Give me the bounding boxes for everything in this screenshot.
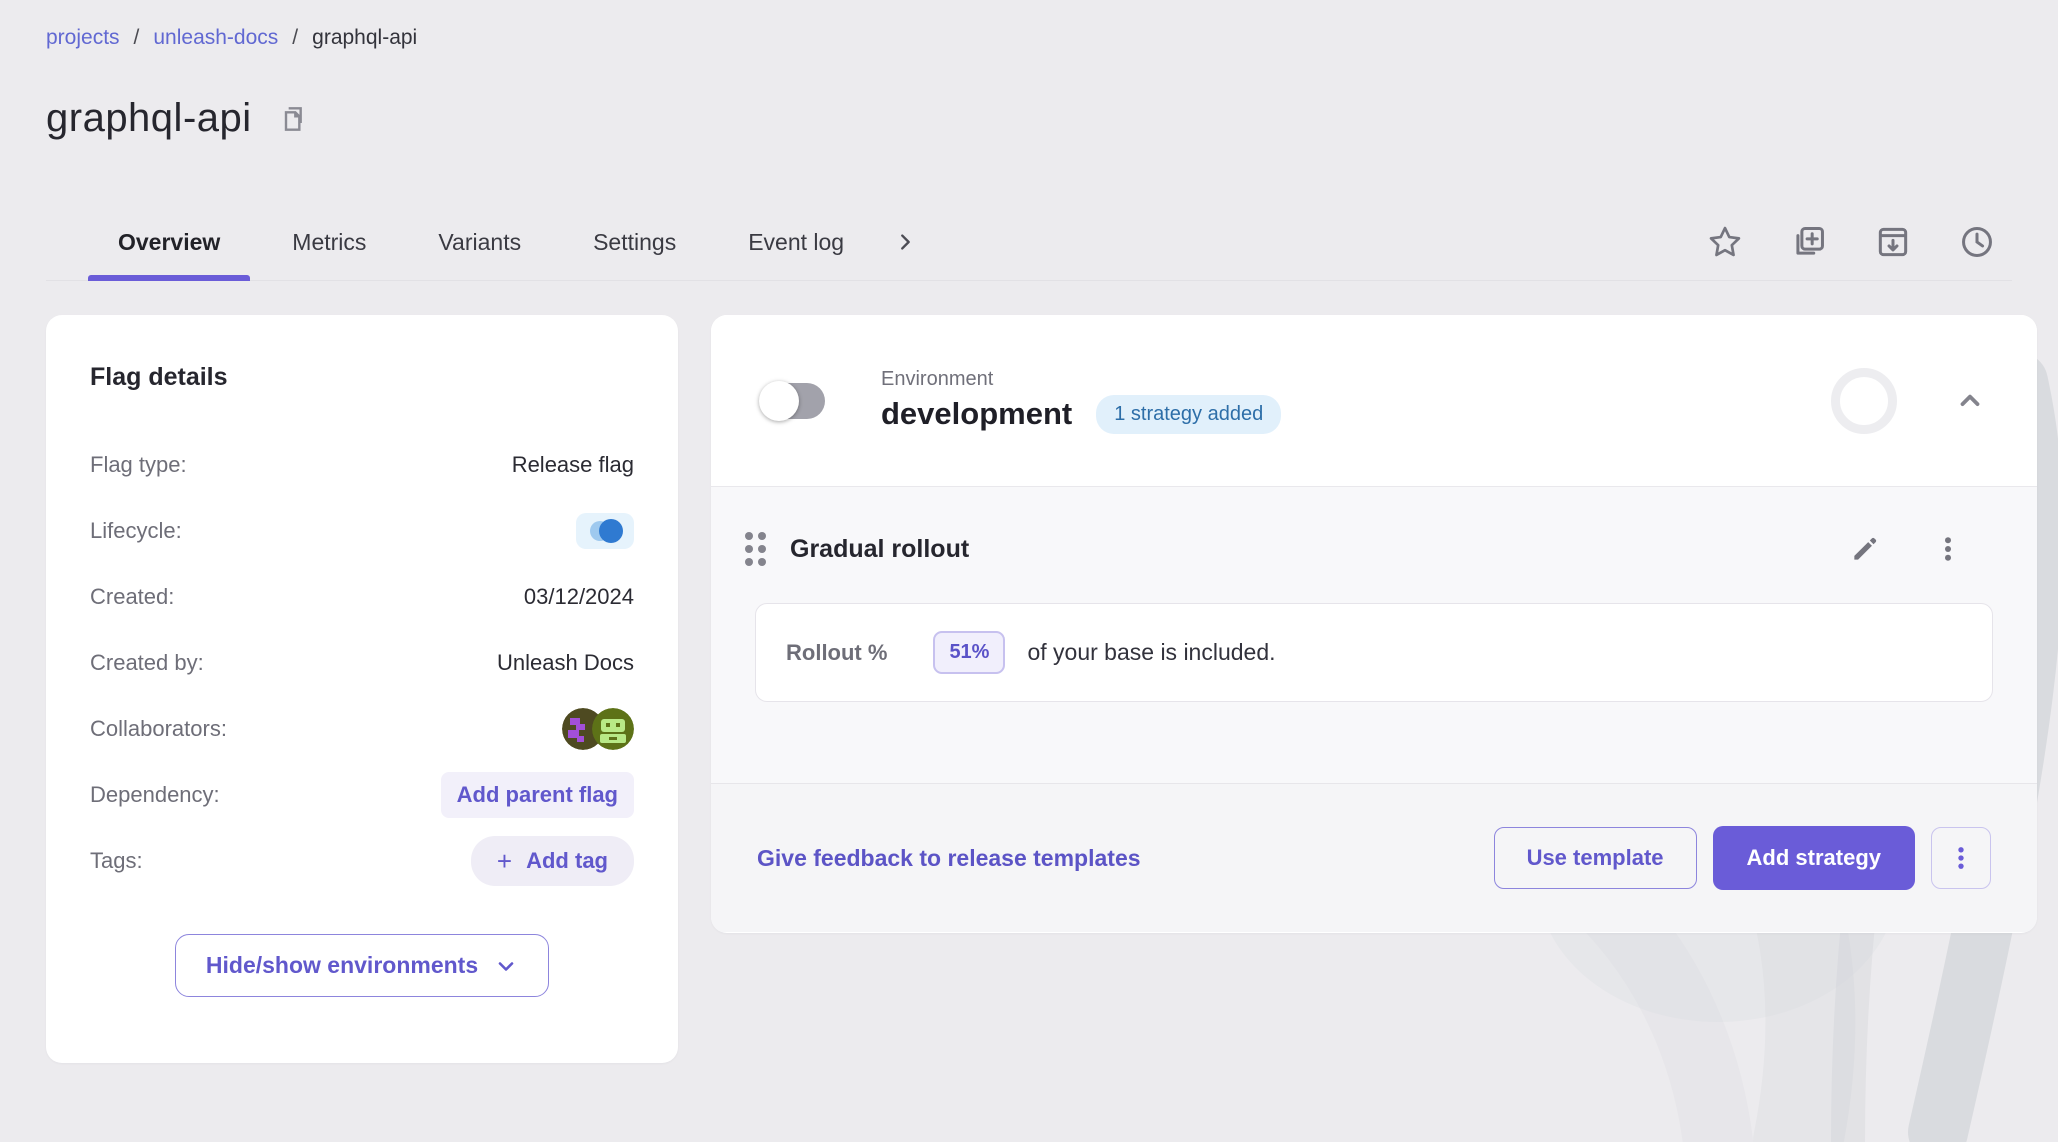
- environment-enable-toggle[interactable]: [763, 383, 825, 419]
- rollout-percentage-chip: 51%: [933, 631, 1005, 674]
- pencil-icon: [1849, 533, 1881, 565]
- environment-card: Environment development 1 strategy added…: [711, 315, 2037, 933]
- flag-details-card: Flag details Flag type: Release flag Lif…: [46, 315, 678, 1063]
- metrics-ring-placeholder: [1831, 368, 1897, 434]
- plus-icon: +: [497, 851, 512, 871]
- row-created-by: Created by: Unleash Docs: [90, 636, 634, 690]
- add-strategy-button[interactable]: Add strategy: [1713, 826, 1915, 890]
- row-lifecycle: Lifecycle:: [90, 504, 634, 558]
- environment-header-right: [1831, 368, 1989, 434]
- lifecycle-stage-dot-dark: [599, 519, 623, 543]
- use-template-button[interactable]: Use template: [1494, 827, 1697, 889]
- kebab-menu-icon: [1947, 844, 1975, 872]
- row-collaborators: Collaborators:: [90, 702, 634, 756]
- created-by-label: Created by:: [90, 650, 204, 676]
- release-templates-feedback-link[interactable]: Give feedback to release templates: [757, 845, 1141, 872]
- hide-show-environments-label: Hide/show environments: [206, 952, 478, 979]
- strategy-menu-button[interactable]: [1929, 530, 1967, 568]
- collaborators-label: Collaborators:: [90, 716, 227, 742]
- add-parent-flag-button[interactable]: Add parent flag: [441, 772, 634, 818]
- footer-actions: Use template Add strategy: [1494, 826, 1991, 890]
- flag-details-title: Flag details: [90, 363, 634, 392]
- add-tag-button[interactable]: + Add tag: [471, 836, 634, 886]
- chevron-up-icon: [1955, 386, 1985, 416]
- created-by-value: Unleash Docs: [497, 650, 634, 676]
- edit-strategy-button[interactable]: [1845, 529, 1885, 569]
- main-content: Flag details Flag type: Release flag Lif…: [0, 0, 2058, 1142]
- environment-title-block: Environment development 1 strategy added: [881, 368, 1281, 434]
- rollout-summary-panel: Rollout % 51% of your base is included.: [755, 603, 1993, 702]
- collaborator-avatars: [562, 708, 634, 750]
- strategy-title-row: Gradual rollout: [731, 511, 1989, 587]
- environment-name: development: [881, 396, 1072, 432]
- hide-show-environments-button[interactable]: Hide/show environments: [175, 934, 549, 997]
- environment-eyebrow: Environment: [881, 368, 1281, 391]
- strategy-count-badge: 1 strategy added: [1096, 395, 1281, 434]
- lifecycle-stage-chip[interactable]: [576, 513, 634, 549]
- row-flag-type: Flag type: Release flag: [90, 438, 634, 492]
- flag-type-label: Flag type:: [90, 452, 187, 478]
- collapse-environment-button[interactable]: [1951, 382, 1989, 420]
- kebab-menu-icon: [1933, 534, 1963, 564]
- row-tags: Tags: + Add tag: [90, 834, 634, 888]
- lifecycle-label: Lifecycle:: [90, 518, 182, 544]
- created-label: Created:: [90, 584, 174, 610]
- toggle-thumb: [759, 381, 799, 421]
- tags-label: Tags:: [90, 848, 143, 874]
- add-tag-label: Add tag: [526, 848, 608, 874]
- strategy-name: Gradual rollout: [790, 535, 969, 564]
- rollout-label: Rollout %: [786, 640, 887, 666]
- environment-menu-button[interactable]: [1931, 827, 1991, 889]
- strategy-list: Gradual rollout Ro: [711, 487, 2037, 783]
- rollout-description: of your base is included.: [1027, 639, 1275, 666]
- dependency-label: Dependency:: [90, 782, 220, 808]
- environment-header: Environment development 1 strategy added: [711, 315, 2037, 487]
- environment-footer: Give feedback to release templates Use t…: [711, 783, 2037, 932]
- row-created: Created: 03/12/2024: [90, 570, 634, 624]
- strategy-drag-handle[interactable]: [739, 526, 772, 572]
- created-value: 03/12/2024: [524, 584, 634, 610]
- collaborator-avatar: [592, 708, 634, 750]
- flag-type-value: Release flag: [512, 452, 634, 478]
- row-dependency: Dependency: Add parent flag: [90, 768, 634, 822]
- chevron-down-icon: [494, 954, 518, 978]
